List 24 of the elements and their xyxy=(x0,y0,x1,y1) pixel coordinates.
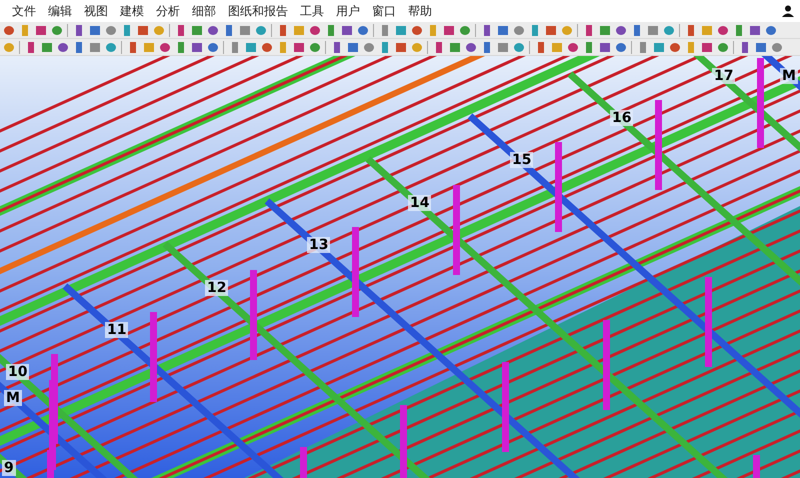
grid-label: M xyxy=(4,390,22,406)
menu-item[interactable]: 视图 xyxy=(78,2,114,20)
menu-item[interactable]: 帮助 xyxy=(402,2,438,20)
menu-item[interactable]: 窗口 xyxy=(366,2,402,20)
grid-label: 11 xyxy=(105,322,128,338)
menu-item[interactable]: 编辑 xyxy=(42,2,78,20)
menu-item[interactable]: 工具 xyxy=(294,2,330,20)
menu-item[interactable]: 文件 xyxy=(6,2,42,20)
menu-item[interactable]: 建模 xyxy=(114,2,150,20)
grid-label: 13 xyxy=(307,237,330,253)
model-viewport[interactable]: 17 M 16 15 14 13 12 11 10 M 9 xyxy=(0,56,800,478)
grid-label: 9 xyxy=(2,460,16,476)
menu-item[interactable]: 图纸和报告 xyxy=(222,2,294,20)
grid-label: 10 xyxy=(6,364,30,380)
grid-label: 17 xyxy=(712,68,736,84)
grid-label: 12 xyxy=(205,280,228,296)
grid-label: 14 xyxy=(408,195,432,211)
menu-item[interactable]: 分析 xyxy=(150,2,186,20)
menu-item[interactable]: 细部 xyxy=(186,2,222,20)
grid-label: M xyxy=(780,68,798,84)
menu-item[interactable]: 用户 xyxy=(330,2,366,20)
grid-label: 15 xyxy=(510,152,534,168)
user-icon[interactable] xyxy=(782,5,794,17)
grid-label: 16 xyxy=(610,110,634,126)
